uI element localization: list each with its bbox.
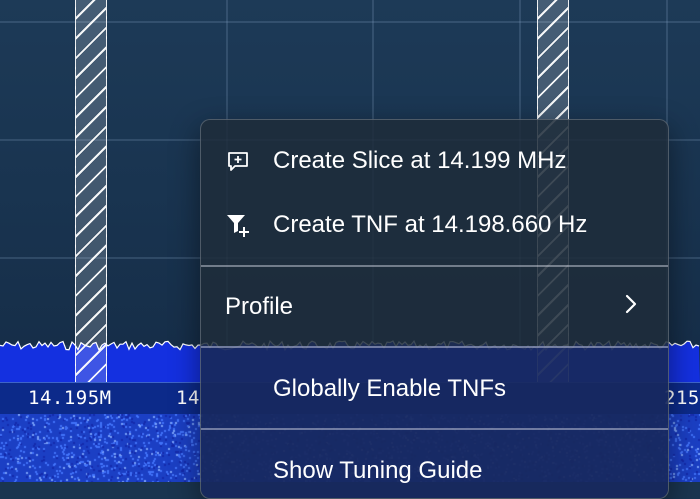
tnf-band[interactable]	[75, 0, 107, 382]
menu-separator	[201, 265, 668, 267]
globally-enable-tnfs-menu-item[interactable]: Globally Enable TNFs	[201, 370, 668, 408]
create-tnf-menu-item[interactable]: Create TNF at 14.198.660 Hz	[201, 206, 668, 244]
chevron-right-icon	[624, 293, 638, 321]
menu-item-label: Show Tuning Guide	[273, 457, 483, 484]
menu-item-label: Profile	[225, 293, 294, 320]
menu-separator	[201, 428, 668, 430]
frequency-label: 14.195M	[28, 387, 112, 409]
show-tuning-guide-menu-item[interactable]: Show Tuning Guide	[201, 452, 668, 490]
filter-plus-icon	[225, 212, 251, 238]
menu-item-label: Create Slice at 14.199 MHz	[273, 147, 567, 174]
menu-separator	[201, 346, 668, 348]
menu-item-label: Globally Enable TNFs	[273, 375, 506, 402]
menu-item-label: Create TNF at 14.198.660 Hz	[273, 211, 588, 238]
create-slice-menu-item[interactable]: Create Slice at 14.199 MHz	[201, 142, 668, 180]
context-menu: Create Slice at 14.199 MHz Create TNF at…	[200, 119, 669, 499]
frequency-label: 215	[664, 387, 700, 409]
frequency-label: 14	[176, 387, 200, 409]
profile-menu-item[interactable]: Profile	[201, 288, 668, 326]
add-slice-icon	[225, 148, 251, 174]
